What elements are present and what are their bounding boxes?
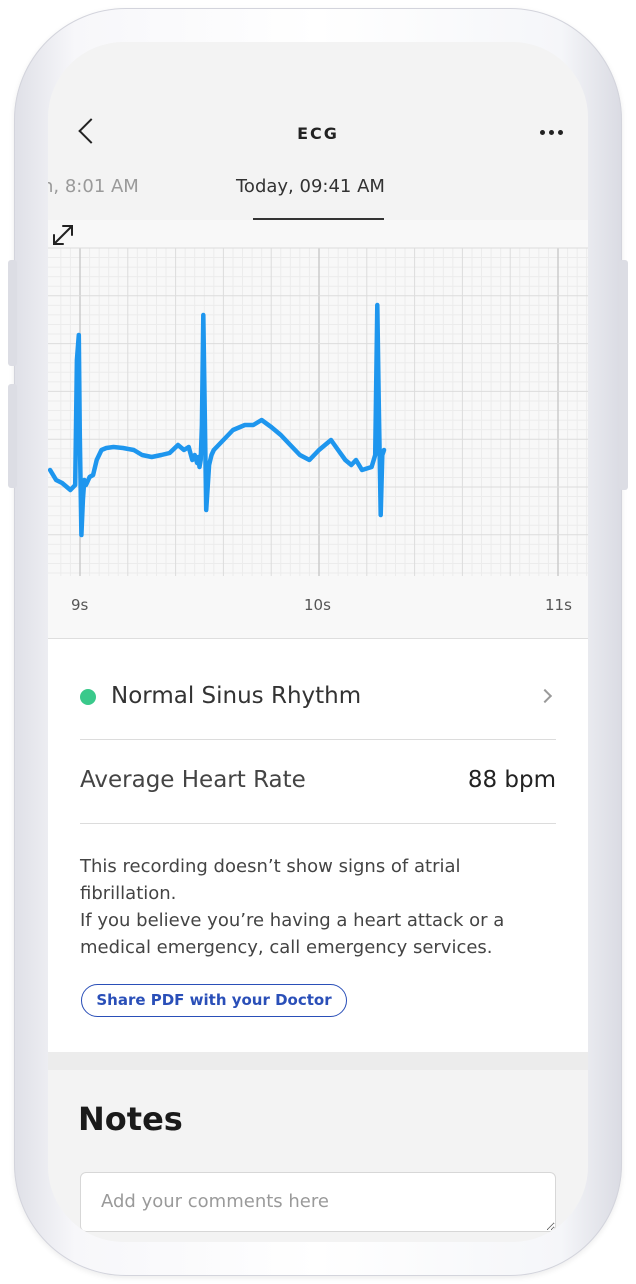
notes-section: Notes — [48, 1070, 588, 1242]
app-screen: ECG n, 8:01 AM Today, 09:41 AM 9s 10s 11… — [48, 42, 588, 1242]
ecg-plot — [48, 247, 588, 576]
info-line: If you believe you’re having a heart att… — [80, 910, 505, 931]
date-tab-previous[interactable]: n, 8:01 AM — [48, 176, 139, 197]
rhythm-label: Normal Sinus Rhythm — [111, 683, 362, 709]
info-line: fibrillation. — [80, 883, 177, 904]
more-horizontal-icon[interactable] — [540, 130, 563, 135]
notes-title: Notes — [78, 1100, 183, 1138]
heart-rate-label: Average Heart Rate — [80, 767, 306, 793]
ecg-chart[interactable]: 9s 10s 11s — [48, 220, 588, 639]
info-text: This recording doesn’t show signs of atr… — [80, 853, 550, 961]
heart-rate-value: 88 bpm — [467, 767, 556, 793]
page-title: ECG — [297, 124, 339, 143]
x-tick-label: 10s — [304, 596, 331, 614]
date-tab-current[interactable]: Today, 09:41 AM — [236, 176, 385, 197]
heart-rate-row: Average Heart Rate 88 bpm — [80, 739, 556, 824]
chevron-right-icon — [537, 688, 553, 704]
notes-input[interactable] — [80, 1172, 556, 1232]
status-dot-icon — [80, 689, 96, 705]
info-line: medical emergency, call emergency servic… — [80, 937, 493, 958]
expand-icon[interactable] — [48, 220, 78, 250]
share-pdf-button[interactable]: Share PDF with your Doctor — [81, 984, 347, 1017]
x-tick-label: 11s — [545, 596, 572, 614]
info-line: This recording doesn’t show signs of atr… — [80, 856, 461, 877]
side-button — [8, 260, 17, 366]
rhythm-row[interactable]: Normal Sinus Rhythm — [80, 655, 556, 740]
result-card: Normal Sinus Rhythm Average Heart Rate 8… — [48, 639, 588, 1052]
header: ECG n, 8:01 AM Today, 09:41 AM — [48, 42, 588, 220]
section-divider — [48, 1052, 588, 1070]
side-button — [8, 384, 17, 488]
side-button — [619, 260, 628, 490]
x-tick-label: 9s — [71, 596, 89, 614]
